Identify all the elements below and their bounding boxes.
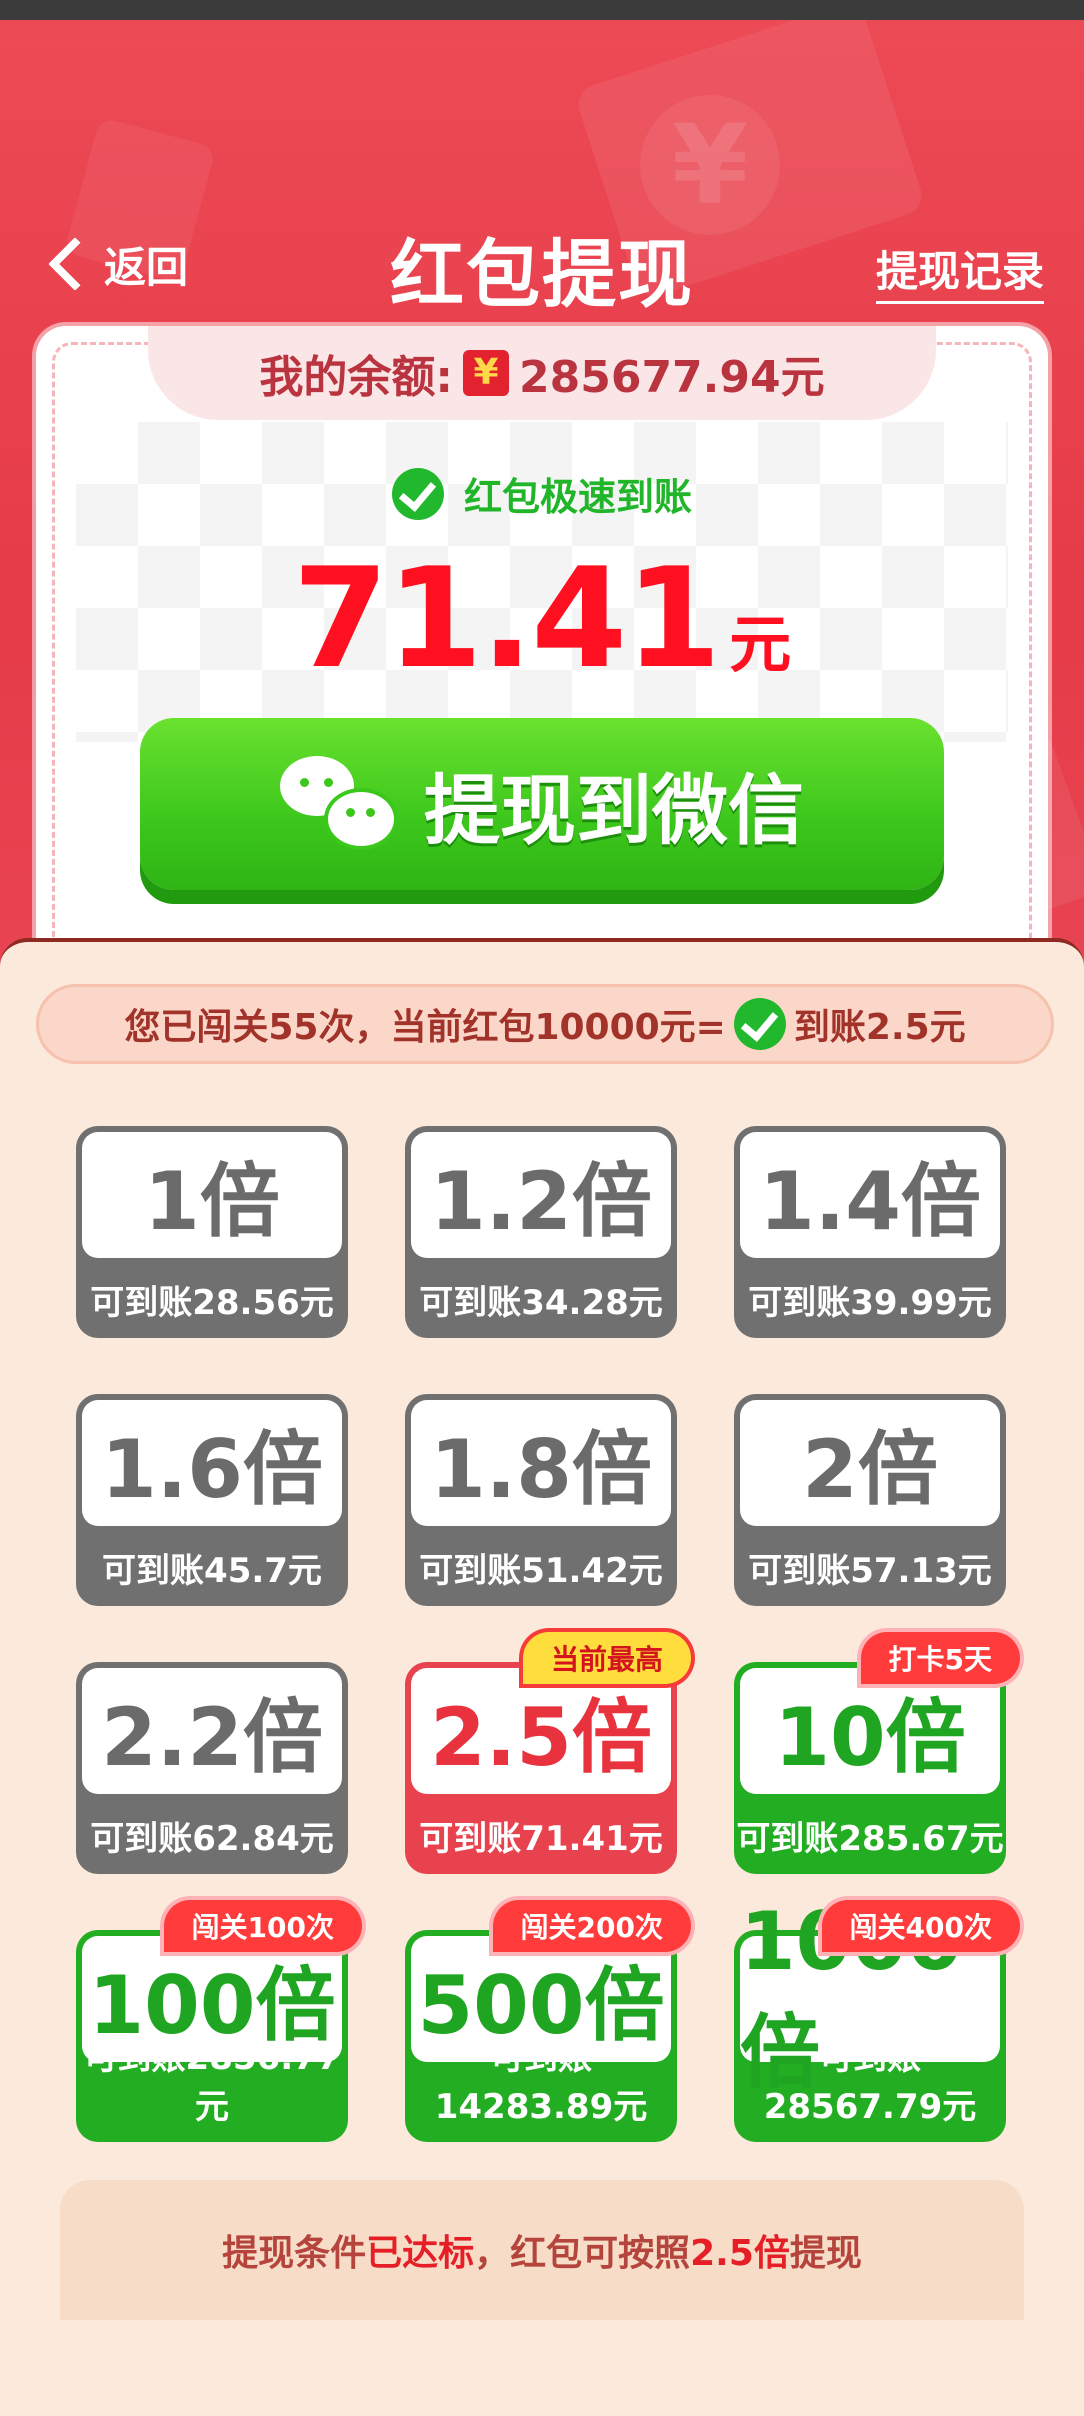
multiplier-payout: 可到账39.99元 xyxy=(748,1283,992,1323)
multiplier-value: 1.2倍 xyxy=(411,1132,671,1258)
withdraw-to-wechat-button[interactable]: 提现到微信 xyxy=(140,718,944,890)
note-text: ，红包可按照 xyxy=(474,2233,691,2274)
tile-badge: 闯关400次 xyxy=(821,1900,1020,1952)
multiplier-tile[interactable]: 1.8倍可到账51.42元 xyxy=(405,1394,677,1606)
multiplier-tile[interactable]: 1.2倍可到账34.28元 xyxy=(405,1126,677,1338)
multiplier-payout: 可到账62.84元 xyxy=(90,1819,334,1859)
multiplier-tile[interactable]: 1.4倍可到账39.99元 xyxy=(734,1126,1006,1338)
multiplier-tile[interactable]: 1.6倍可到账45.7元 xyxy=(76,1394,348,1606)
multiplier-value: 2.5倍 xyxy=(411,1668,671,1794)
wechat-icon xyxy=(280,756,398,852)
multiplier-payout: 可到账28567.79元 xyxy=(763,2038,977,2127)
multiplier-value: 1倍 xyxy=(82,1132,342,1258)
fast-arrival-label: 红包极速到账 xyxy=(463,475,692,519)
multiplier-panel: 您已闯关55次，当前红包10000元= 到账2.5元 1倍可到账28.56元 1.… xyxy=(0,938,1084,2416)
note-text: 提现 xyxy=(789,2233,862,2274)
withdraw-record-link[interactable]: 提现记录 xyxy=(875,238,1044,304)
balance-label: 我的余额: xyxy=(259,352,453,403)
multiplier-tile[interactable]: 10倍可到账285.67元 打卡5天 xyxy=(734,1632,1020,1874)
multiplier-value: 1.8倍 xyxy=(411,1400,671,1526)
tile-badge: 当前最高 xyxy=(522,1632,691,1684)
multiplier-tile[interactable]: 500倍 可到账14283.89元 闯关200次 xyxy=(405,1900,691,2142)
multiplier-value: 10倍 xyxy=(740,1668,1000,1794)
multiplier-tile[interactable]: 1倍可到账28.56元 xyxy=(76,1126,348,1338)
multiplier-payout: 可到账28.56元 xyxy=(90,1283,334,1323)
note-highlight: 2.5倍 xyxy=(690,2233,790,2274)
level-info-pill: 您已闯关55次，当前红包10000元= 到账2.5元 xyxy=(36,984,1054,1064)
multiplier-payout: 可到账45.7元 xyxy=(102,1551,322,1591)
amount-value: 71.41 xyxy=(292,538,722,699)
withdraw-amount: 71.41 元 xyxy=(36,538,1048,699)
multiplier-tile[interactable]: 2倍可到账57.13元 xyxy=(734,1394,1006,1606)
status-bar xyxy=(0,0,1084,20)
yen-icon: ¥ xyxy=(462,350,509,396)
withdraw-condition-note: 提现条件 已达标 ，红包可按照 2.5倍 提现 xyxy=(60,2180,1024,2320)
multiplier-payout: 可到账34.28元 xyxy=(419,1283,663,1323)
yen-coin-decor-icon: ¥ xyxy=(640,95,780,235)
info-text: 您已闯关55次，当前红包10000元= xyxy=(124,1007,726,1048)
withdraw-button-label: 提现到微信 xyxy=(424,766,804,855)
info-arrival-text: 到账2.5元 xyxy=(793,1007,966,1048)
balance-value: 285677.94元 xyxy=(518,352,825,403)
multiplier-payout: 可到账51.42元 xyxy=(419,1551,663,1591)
multiplier-value: 1.4倍 xyxy=(740,1132,1000,1258)
multiplier-payout: 可到账285.67元 xyxy=(736,1819,1004,1859)
multiplier-value: 2.2倍 xyxy=(82,1668,342,1794)
fast-arrival-row: 红包极速到账 xyxy=(36,466,1048,521)
multiplier-tile[interactable]: 2.2倍可到账62.84元 xyxy=(76,1662,348,1874)
balance-bar: 我的余额: ¥ 285677.94元 xyxy=(148,326,936,420)
multiplier-payout: 可到账2856.77元 xyxy=(83,2038,341,2127)
note-highlight: 已达标 xyxy=(366,2233,475,2274)
multiplier-value: 1.6倍 xyxy=(82,1400,342,1526)
amount-unit: 元 xyxy=(729,608,792,681)
multiplier-payout: 可到账57.13元 xyxy=(748,1551,992,1591)
multiplier-tile[interactable]: 100倍 可到账2856.77元 闯关100次 xyxy=(76,1900,362,2142)
tile-badge: 闯关200次 xyxy=(492,1900,691,1952)
check-circle-icon xyxy=(391,467,444,520)
tile-badge: 打卡5天 xyxy=(860,1632,1020,1684)
note-text: 提现条件 xyxy=(222,2233,367,2274)
withdraw-card: 我的余额: ¥ 285677.94元 红包极速到账 71.41 元 提现到微信 xyxy=(36,326,1048,1016)
multiplier-value: 2倍 xyxy=(740,1400,1000,1526)
check-circle-icon xyxy=(733,998,786,1050)
multiplier-payout: 可到账71.41元 xyxy=(419,1819,663,1859)
multiplier-tile[interactable]: 1000倍可到账28567.79元闯关400次 xyxy=(734,1895,1020,2142)
multiplier-tile[interactable]: 2.5倍可到账71.41元 当前最高 xyxy=(405,1632,691,1874)
tile-badge: 闯关100次 xyxy=(163,1900,362,1952)
multiplier-payout: 可到账14283.89元 xyxy=(434,2038,648,2127)
